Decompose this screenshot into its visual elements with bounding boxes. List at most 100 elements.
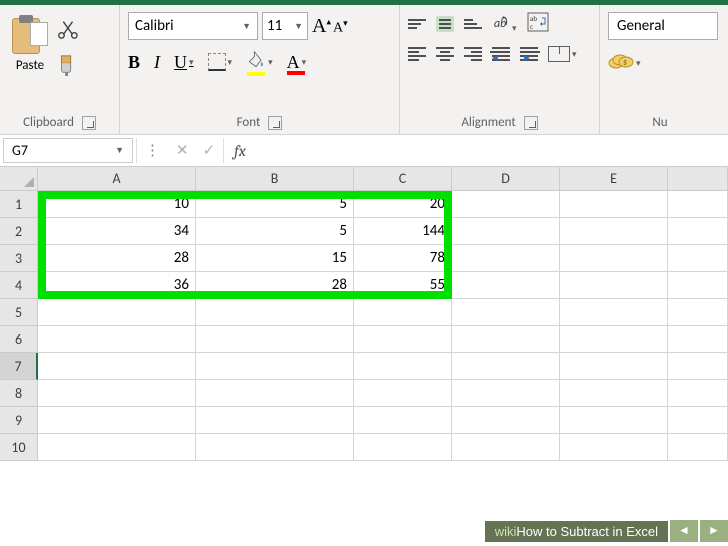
align-bottom-button[interactable] <box>464 19 482 29</box>
cell[interactable]: 10 <box>38 191 196 218</box>
cell[interactable] <box>560 299 668 326</box>
cell[interactable] <box>196 407 354 434</box>
cell[interactable] <box>196 326 354 353</box>
fx-expand-button[interactable]: ⋮ <box>145 141 162 160</box>
cell[interactable]: 15 <box>196 245 354 272</box>
enter-icon[interactable]: ✓ <box>203 141 216 160</box>
cell[interactable] <box>668 434 728 461</box>
cell[interactable] <box>196 353 354 380</box>
cell[interactable]: 20 <box>354 191 452 218</box>
cell[interactable] <box>560 245 668 272</box>
column-header[interactable] <box>668 167 728 191</box>
cell[interactable] <box>452 218 560 245</box>
cell[interactable]: 5 <box>196 191 354 218</box>
row-header[interactable]: 3 <box>0 245 38 272</box>
cut-icon[interactable] <box>56 18 78 44</box>
cell[interactable]: 78 <box>354 245 452 272</box>
cell[interactable] <box>560 191 668 218</box>
bold-button[interactable]: B <box>128 52 140 73</box>
clipboard-dialog-launcher[interactable] <box>82 116 96 130</box>
cell[interactable] <box>560 380 668 407</box>
cell[interactable] <box>38 353 196 380</box>
align-center-button[interactable] <box>436 47 454 61</box>
row-header[interactable]: 10 <box>0 434 38 461</box>
orientation-button[interactable]: ab▾ <box>492 13 517 35</box>
row-header[interactable]: 7 <box>0 353 38 380</box>
cell[interactable] <box>452 407 560 434</box>
cell[interactable]: 28 <box>196 272 354 299</box>
cell[interactable] <box>668 299 728 326</box>
cell[interactable] <box>668 380 728 407</box>
wrap-text-button[interactable]: abc <box>527 12 549 36</box>
cell[interactable] <box>560 434 668 461</box>
cell[interactable]: 5 <box>196 218 354 245</box>
cell[interactable] <box>560 326 668 353</box>
fx-label[interactable]: fx <box>224 135 256 166</box>
column-header[interactable]: B <box>196 167 354 191</box>
cell[interactable] <box>196 299 354 326</box>
cell[interactable] <box>38 326 196 353</box>
cell[interactable] <box>354 299 452 326</box>
cell[interactable] <box>452 245 560 272</box>
currency-button[interactable]: $ ▾ <box>608 50 641 76</box>
cell[interactable] <box>452 326 560 353</box>
cell[interactable] <box>354 326 452 353</box>
cell[interactable] <box>560 218 668 245</box>
underline-button[interactable]: U▾ <box>174 52 194 73</box>
row-header[interactable]: 4 <box>0 272 38 299</box>
cell[interactable] <box>354 434 452 461</box>
increase-font-button[interactable]: A▴ <box>312 15 331 38</box>
cell[interactable] <box>452 299 560 326</box>
prev-arrow-icon[interactable]: ◄ <box>670 520 698 542</box>
column-header[interactable]: E <box>560 167 668 191</box>
increase-indent-button[interactable]: ► <box>520 47 538 61</box>
cell[interactable] <box>38 380 196 407</box>
column-header[interactable]: C <box>354 167 452 191</box>
row-header[interactable]: 8 <box>0 380 38 407</box>
row-header[interactable]: 2 <box>0 218 38 245</box>
cell[interactable] <box>668 272 728 299</box>
border-button[interactable]: ▾ <box>208 53 233 71</box>
cell[interactable] <box>38 434 196 461</box>
cell[interactable] <box>452 191 560 218</box>
cell[interactable] <box>668 245 728 272</box>
next-arrow-icon[interactable]: ► <box>700 520 728 542</box>
decrease-font-button[interactable]: A▾ <box>333 18 348 37</box>
cell[interactable]: 144 <box>354 218 452 245</box>
cell[interactable] <box>38 299 196 326</box>
cell[interactable] <box>452 380 560 407</box>
font-color-button[interactable]: A ▾ <box>287 52 307 73</box>
italic-button[interactable]: I <box>154 52 160 73</box>
row-header[interactable]: 6 <box>0 326 38 353</box>
merge-center-button[interactable]: ▾ <box>548 46 577 62</box>
column-header[interactable]: D <box>452 167 560 191</box>
cell[interactable] <box>452 353 560 380</box>
align-middle-button[interactable] <box>436 16 454 32</box>
name-box[interactable]: G7▼ <box>3 138 133 163</box>
align-left-button[interactable] <box>408 47 426 61</box>
cell[interactable] <box>196 434 354 461</box>
cell[interactable] <box>38 407 196 434</box>
align-right-button[interactable] <box>464 47 482 61</box>
font-size-select[interactable]: 11▼ <box>262 12 308 40</box>
decrease-indent-button[interactable]: ◄ <box>492 47 510 61</box>
align-top-button[interactable] <box>408 19 426 29</box>
cell[interactable] <box>354 380 452 407</box>
column-header[interactable]: A <box>38 167 196 191</box>
cell[interactable] <box>668 191 728 218</box>
row-header[interactable]: 1 <box>0 191 38 218</box>
cell[interactable]: 28 <box>38 245 196 272</box>
cell[interactable] <box>452 272 560 299</box>
cell[interactable] <box>668 326 728 353</box>
alignment-dialog-launcher[interactable] <box>524 116 538 130</box>
cancel-icon[interactable]: ✕ <box>176 141 189 160</box>
cell[interactable] <box>560 272 668 299</box>
cell[interactable]: 55 <box>354 272 452 299</box>
cell[interactable]: 34 <box>38 218 196 245</box>
cell[interactable] <box>354 353 452 380</box>
select-all-corner[interactable] <box>0 167 38 191</box>
cell[interactable] <box>668 218 728 245</box>
font-name-select[interactable]: Calibri▼ <box>128 12 258 40</box>
font-dialog-launcher[interactable] <box>268 116 282 130</box>
number-format-select[interactable]: General <box>608 12 718 40</box>
